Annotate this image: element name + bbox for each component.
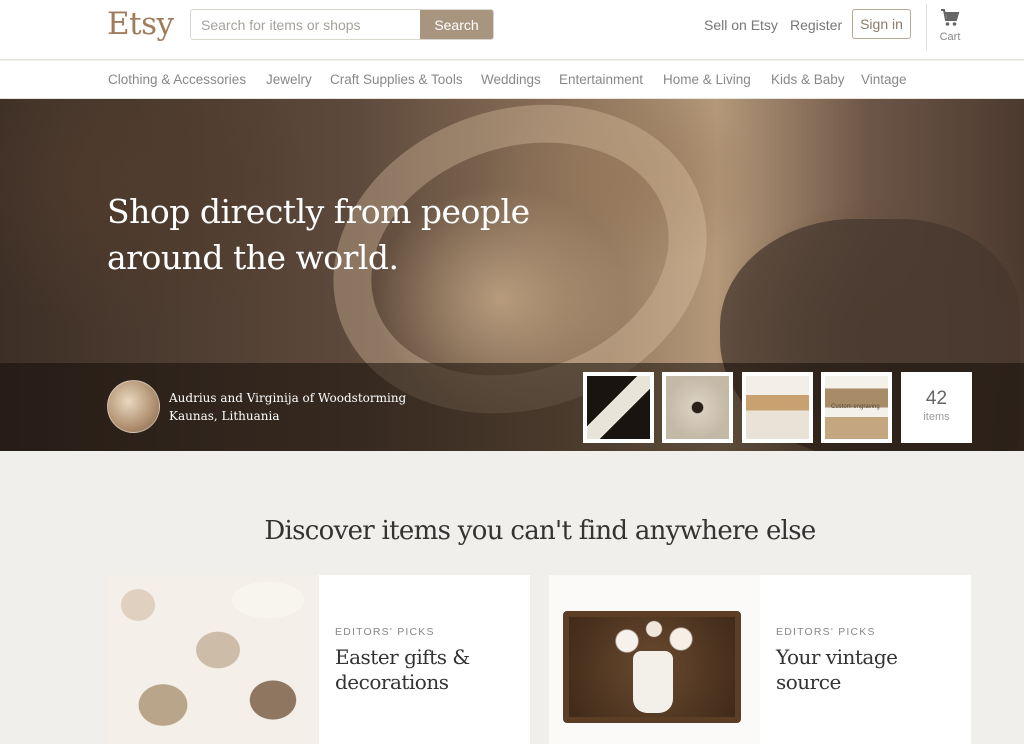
card-eyebrow: EDITORS' PICKS	[335, 626, 435, 638]
hero-headline-line2: around the world.	[107, 238, 399, 277]
register-link[interactable]: Register	[790, 17, 842, 33]
search-input[interactable]	[191, 10, 421, 39]
card-title: Easter gifts & decorations	[335, 645, 470, 694]
card-title: Your vintage source	[776, 645, 898, 694]
editors-pick-card[interactable]: EDITORS' PICKS Easter gifts & decoration…	[108, 575, 530, 744]
hero-banner: Shop directly from people around the wor…	[0, 99, 1024, 451]
site-header: Etsy Search Sell on Etsy Register Sign i…	[0, 0, 1024, 60]
search-bar: Search	[190, 9, 494, 40]
cart-label: Cart	[939, 31, 961, 43]
hero-headline-line1: Shop directly from people	[107, 192, 530, 231]
category-craft-supplies-tools[interactable]: Craft Supplies & Tools	[330, 72, 463, 87]
category-nav: Clothing & Accessories Jewelry Craft Sup…	[0, 61, 1024, 99]
cart-button[interactable]: Cart	[937, 9, 963, 43]
category-kids-baby[interactable]: Kids & Baby	[771, 72, 845, 87]
items-label: items	[923, 411, 950, 423]
card-eyebrow: EDITORS' PICKS	[776, 626, 876, 638]
thumbnail-caption: Custom engraving	[831, 404, 880, 410]
editors-pick-card[interactable]: EDITORS' PICKS Your vintage source	[549, 575, 971, 744]
category-entertainment[interactable]: Entertainment	[559, 72, 643, 87]
category-weddings[interactable]: Weddings	[481, 72, 541, 87]
seller-item-thumbnail[interactable]	[742, 372, 813, 443]
category-clothing-accessories[interactable]: Clothing & Accessories	[108, 72, 246, 87]
category-vintage[interactable]: Vintage	[861, 72, 907, 87]
pitcher-image	[633, 651, 673, 713]
card-image-vintage	[549, 575, 760, 744]
seller-items-count-tile[interactable]: 42 items	[901, 372, 972, 443]
sell-on-etsy-link[interactable]: Sell on Etsy	[704, 17, 778, 33]
seller-location: Kaunas, Lithuania	[169, 409, 280, 423]
etsy-logo[interactable]: Etsy	[107, 6, 174, 42]
sign-in-button[interactable]: Sign in	[852, 9, 911, 39]
category-home-living[interactable]: Home & Living	[663, 72, 751, 87]
seller-item-thumbnail[interactable]	[662, 372, 733, 443]
seller-avatar[interactable]	[107, 380, 160, 433]
category-jewelry[interactable]: Jewelry	[266, 72, 312, 87]
seller-item-thumbnail[interactable]	[583, 372, 654, 443]
hero-headline: Shop directly from people around the wor…	[107, 189, 577, 281]
header-divider	[926, 4, 927, 50]
search-button[interactable]: Search	[420, 10, 493, 39]
cart-icon	[941, 9, 960, 26]
seller-item-thumbnail[interactable]: Custom engraving	[821, 372, 892, 443]
seller-name[interactable]: Audrius and Virginija of Woodstorming	[169, 391, 406, 405]
card-image-easter	[108, 575, 319, 744]
items-count: 42	[925, 388, 948, 409]
discover-heading: Discover items you can't find anywhere e…	[264, 516, 816, 546]
